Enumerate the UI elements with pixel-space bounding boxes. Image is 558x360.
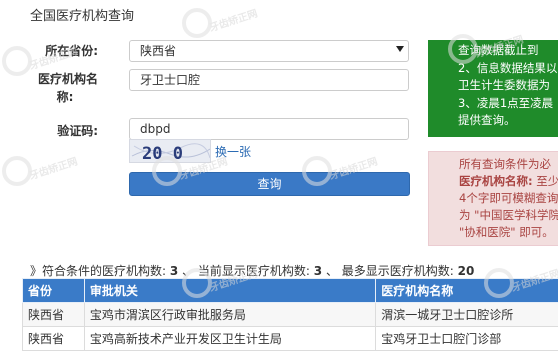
cell-institution-name: 宝鸡牙卫士口腔门诊部 [375,326,558,351]
cell-province: 陕西省 [22,302,85,327]
cell-approval-authority: 宝鸡市渭滨区行政审批服务局 [83,302,377,327]
province-select-value: 陕西省 [140,44,177,58]
column-header-province: 省份 [22,278,85,303]
table-header-row: 省份 审批机关 医疗机构名称 [22,278,558,303]
query-tips-line: 所有查询条件为必 [459,157,551,171]
cell-institution-name: 渭滨一城牙卫士口腔诊所 [375,302,558,327]
table-row[interactable]: 陕西省 宝鸡高新技术产业开发区卫生计生局 宝鸡牙卫士口腔门诊部 [22,326,558,351]
query-form: 所在省份: 陕西省 医疗机构名 称: 牙卫士口腔 验证码: dbpd 20 0 … [0,36,420,226]
captcha-label: 验证码: [57,124,98,138]
refresh-captcha-link[interactable]: 换一张 [215,143,251,160]
query-button[interactable]: 查询 [129,172,410,196]
query-tips-line: 为 "中国医学科学院 [459,208,558,222]
captcha-image[interactable]: 20 0 [129,139,211,163]
chevron-down-icon [396,46,404,52]
watermark-ring [182,8,212,38]
institution-name-label: 医疗机构名 称: [0,70,98,106]
query-tips-line: 4个字即可模糊查询 [459,191,558,205]
data-notice-line: 3、凌晨1点至凌晨 [458,95,554,110]
summary-sep1: 、 当前显示医疗机构数: [182,264,310,278]
institution-name-label-line2: 称: [56,90,74,104]
cell-province: 陕西省 [22,326,85,351]
column-header-approval-authority: 审批机关 [83,278,377,303]
province-label: 所在省份: [45,44,98,58]
data-notice-line: 2、信息数据结果以 [458,60,558,75]
captcha-graphic: 20 0 [130,140,210,163]
page-title: 全国医疗机构查询 [30,9,135,24]
summary-prefix: 》符合条件的医疗机构数: [30,264,167,278]
captcha-input[interactable]: dbpd [129,118,409,140]
institution-name-input[interactable]: 牙卫士口腔 [129,69,409,91]
query-tips: 所有查询条件为必 医疗机构名称: 至少 4个字即可模糊查询 为 "中国医学科学院… [428,151,558,246]
data-notice-line: 卫生计生委数据为 [458,78,550,92]
province-select[interactable]: 陕西省 [129,40,409,62]
watermark-text: 牙齿矫正网 [208,8,260,35]
query-tips-line: "协和医院" 即可。 [459,225,554,239]
page: 全国医疗机构查询 所在省份: 陕西省 医疗机构名 称: 牙卫士口腔 验证码: d… [0,0,558,360]
result-summary: 》符合条件的医疗机构数: 3 、 当前显示医疗机构数: 3 、 最多显示医疗机构… [30,262,474,279]
matched-count: 3 [169,264,179,278]
institution-name-value: 牙卫士口腔 [140,73,201,87]
captcha-input-value: dbpd [140,122,171,136]
data-notice: 查询数据截止到 2、信息数据结果以 卫生计生委数据为 3、凌晨1点至凌晨 提供查… [428,40,558,137]
institution-name-label-line1: 医疗机构名 [37,72,98,86]
data-notice-line: 查询数据截止到 [458,43,539,57]
max-count: 20 [457,264,475,278]
cell-approval-authority: 宝鸡高新技术产业开发区卫生计生局 [83,326,377,351]
query-tips-rest: 至少 [532,174,558,188]
captcha-image-text: 20 0 [142,144,183,163]
query-tips-line: 医疗机构名称: 至少 [459,173,558,190]
data-notice-line: 提供查询。 [458,113,516,127]
results-table: 省份 审批机关 医疗机构名称 陕西省 宝鸡市渭滨区行政审批服务局 渭滨一城牙卫士… [22,278,558,351]
query-tips-strong: 医疗机构名称: [459,174,533,188]
column-header-institution-name: 医疗机构名称 [375,278,558,303]
table-row[interactable]: 陕西省 宝鸡市渭滨区行政审批服务局 渭滨一城牙卫士口腔诊所 [22,302,558,327]
shown-count: 3 [313,264,323,278]
summary-sep2: 、 最多显示医疗机构数: [325,264,454,278]
